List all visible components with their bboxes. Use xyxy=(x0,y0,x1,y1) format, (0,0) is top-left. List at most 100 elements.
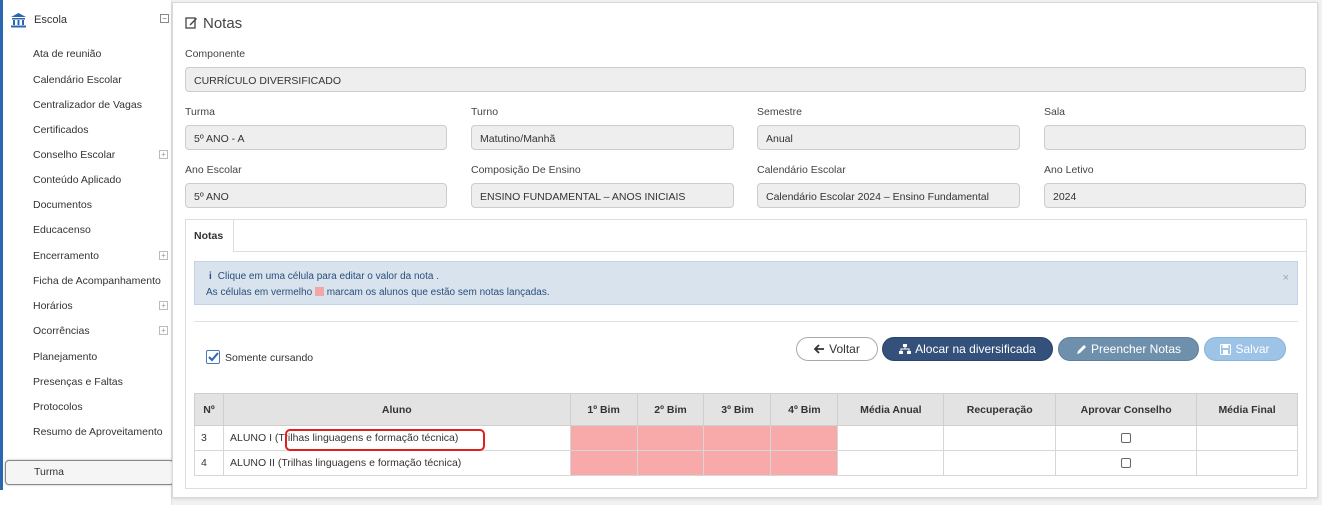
ano-letivo-label: Ano Letivo xyxy=(1044,164,1094,176)
sidebar-item[interactable]: Calendário Escolar xyxy=(33,73,169,87)
sidebar-item[interactable]: Planejamento xyxy=(33,350,169,364)
sidebar-item[interactable]: Conteúdo Aplicado xyxy=(33,173,169,187)
sidebar-item-label: Turma xyxy=(34,466,64,478)
sidebar-item[interactable]: Resumo de Aproveitamento xyxy=(33,425,169,439)
arrow-left-icon xyxy=(814,344,825,354)
col-header-media-anual[interactable]: Média Anual xyxy=(837,393,945,426)
sidebar-item-label: Certificados xyxy=(33,124,89,136)
sidebar-item-label: Calendário Escolar xyxy=(33,74,122,86)
page-title-text: Notas xyxy=(203,15,243,32)
semestre-field: Anual xyxy=(757,125,1020,150)
turma-label: Turma xyxy=(185,106,215,118)
expand-icon[interactable]: + xyxy=(159,326,168,335)
composicao-field: ENSINO FUNDAMENTAL – ANOS INICIAIS xyxy=(471,183,734,208)
expand-icon[interactable]: + xyxy=(159,251,168,260)
alert-text-2b: marcam os alunos que estão sem notas lan… xyxy=(326,287,550,298)
info-icon: i xyxy=(209,271,212,282)
checkmark-icon xyxy=(207,352,219,362)
col-header-media-final[interactable]: Média Final xyxy=(1196,393,1298,426)
tabs-container: Notas i Clique em uma célula para editar … xyxy=(185,219,1307,489)
sidebar-item[interactable]: Ata de reunião xyxy=(33,47,169,61)
sidebar-item[interactable]: Ficha de Acompanhamento xyxy=(33,274,169,288)
sidebar-header-escola[interactable]: Escola − xyxy=(10,10,170,30)
grade-cell-2bim[interactable] xyxy=(636,425,705,451)
red-swatch xyxy=(314,287,324,296)
somente-cursando-checkbox[interactable] xyxy=(206,350,220,364)
grade-cell-4bim[interactable] xyxy=(770,425,839,451)
col-header-2bim[interactable]: 2º Bim xyxy=(636,393,705,426)
col-header-3bim[interactable]: 3º Bim xyxy=(703,393,772,426)
expand-icon[interactable]: + xyxy=(159,150,168,159)
calendario-label: Calendário Escolar xyxy=(757,164,846,176)
tab-notas[interactable]: Notas xyxy=(186,220,234,252)
media-anual-cell xyxy=(837,425,945,451)
somente-cursando-label: Somente cursando xyxy=(225,352,314,364)
col-header-4bim[interactable]: 4º Bim xyxy=(770,393,839,426)
grade-cell-3bim[interactable] xyxy=(703,425,772,451)
grade-cell-4bim[interactable] xyxy=(770,450,839,476)
turno-field: Matutino/Manhã xyxy=(471,125,734,150)
sidebar-item-label: Horários xyxy=(33,300,73,312)
sidebar-item-label: Presenças e Faltas xyxy=(33,376,123,388)
sidebar-item[interactable]: Documentos xyxy=(33,198,169,212)
ano-escolar-field: 5º ANO xyxy=(185,183,447,208)
col-header-1bim[interactable]: 1º Bim xyxy=(569,393,638,426)
alocar-button[interactable]: Alocar na diversificada xyxy=(882,337,1053,361)
sala-field xyxy=(1044,125,1306,150)
recuperacao-cell[interactable] xyxy=(943,425,1057,451)
sidebar-item-turma[interactable]: Turma xyxy=(5,460,174,485)
sidebar-item[interactable]: Protocolos xyxy=(33,400,169,414)
aprovar-conselho-checkbox[interactable] xyxy=(1121,433,1132,443)
collapse-icon[interactable]: − xyxy=(160,14,169,23)
salvar-label: Salvar xyxy=(1235,342,1270,356)
tab-divider xyxy=(234,251,1306,252)
save-icon xyxy=(1220,343,1232,355)
section-divider xyxy=(194,321,1298,322)
sidebar-item-label: Documentos xyxy=(33,199,92,211)
aprovar-conselho-checkbox[interactable] xyxy=(1121,458,1132,468)
sidebar-item[interactable]: Conselho Escolar + xyxy=(33,148,169,162)
institution-icon xyxy=(10,12,27,28)
sidebar-item-label: Conteúdo Aplicado xyxy=(33,174,122,186)
close-icon[interactable]: × xyxy=(1283,272,1289,284)
grade-cell-1bim[interactable] xyxy=(569,425,638,451)
grade-cell-1bim[interactable] xyxy=(569,450,638,476)
turma-field: 5º ANO - A xyxy=(185,125,447,150)
col-header-aprovar-conselho[interactable]: Aprovar Conselho xyxy=(1055,393,1198,426)
expand-icon[interactable]: + xyxy=(159,301,168,310)
alocar-label: Alocar na diversificada xyxy=(915,342,1036,356)
pencil-icon xyxy=(1076,344,1086,354)
media-final-cell xyxy=(1196,425,1298,451)
col-header-aluno[interactable]: Aluno xyxy=(222,393,571,426)
info-alert: i Clique em uma célula para editar o valo… xyxy=(194,261,1298,305)
ano-letivo-field: 2024 xyxy=(1044,183,1306,208)
sidebar-item-label: Resumo de Aproveitamento xyxy=(33,426,163,438)
voltar-button[interactable]: Voltar xyxy=(796,337,878,361)
preencher-label: Preencher Notas xyxy=(1090,342,1182,356)
aprovar-conselho-cell xyxy=(1055,450,1198,476)
voltar-label: Voltar xyxy=(829,342,860,356)
sidebar-header-label: Escola xyxy=(34,14,68,26)
col-header-recuperacao[interactable]: Recuperação xyxy=(943,393,1057,426)
sidebar-item[interactable]: Ocorrências + xyxy=(33,324,169,338)
sidebar-item-label: Encerramento xyxy=(33,250,99,262)
sidebar-item[interactable]: Encerramento + xyxy=(33,249,169,263)
sidebar-item[interactable]: Horários + xyxy=(33,299,169,313)
recuperacao-cell[interactable] xyxy=(943,450,1057,476)
salvar-button[interactable]: Salvar xyxy=(1204,337,1286,361)
ano-escolar-label: Ano Escolar xyxy=(185,164,242,176)
sidebar-item[interactable]: Presenças e Faltas xyxy=(33,375,169,389)
sidebar-item[interactable]: Centralizador de Vagas xyxy=(33,98,169,112)
sidebar-item[interactable]: Educacenso xyxy=(33,223,169,237)
row-number: 4 xyxy=(194,450,224,476)
componente-field: CURRÍCULO DIVERSIFICADO xyxy=(185,67,1306,92)
col-header-numero[interactable]: Nº xyxy=(194,393,224,426)
sidebar-item[interactable]: Certificados xyxy=(33,123,169,137)
table-row: 4 ALUNO II (Trilhas linguagens e formaçã… xyxy=(194,450,1298,476)
grade-cell-2bim[interactable] xyxy=(636,450,705,476)
preencher-notas-button[interactable]: Preencher Notas xyxy=(1058,337,1199,361)
composicao-label: Composição De Ensino xyxy=(471,164,581,176)
grade-cell-3bim[interactable] xyxy=(703,450,772,476)
highlight-annotation xyxy=(285,429,485,451)
edit-icon xyxy=(185,16,198,32)
